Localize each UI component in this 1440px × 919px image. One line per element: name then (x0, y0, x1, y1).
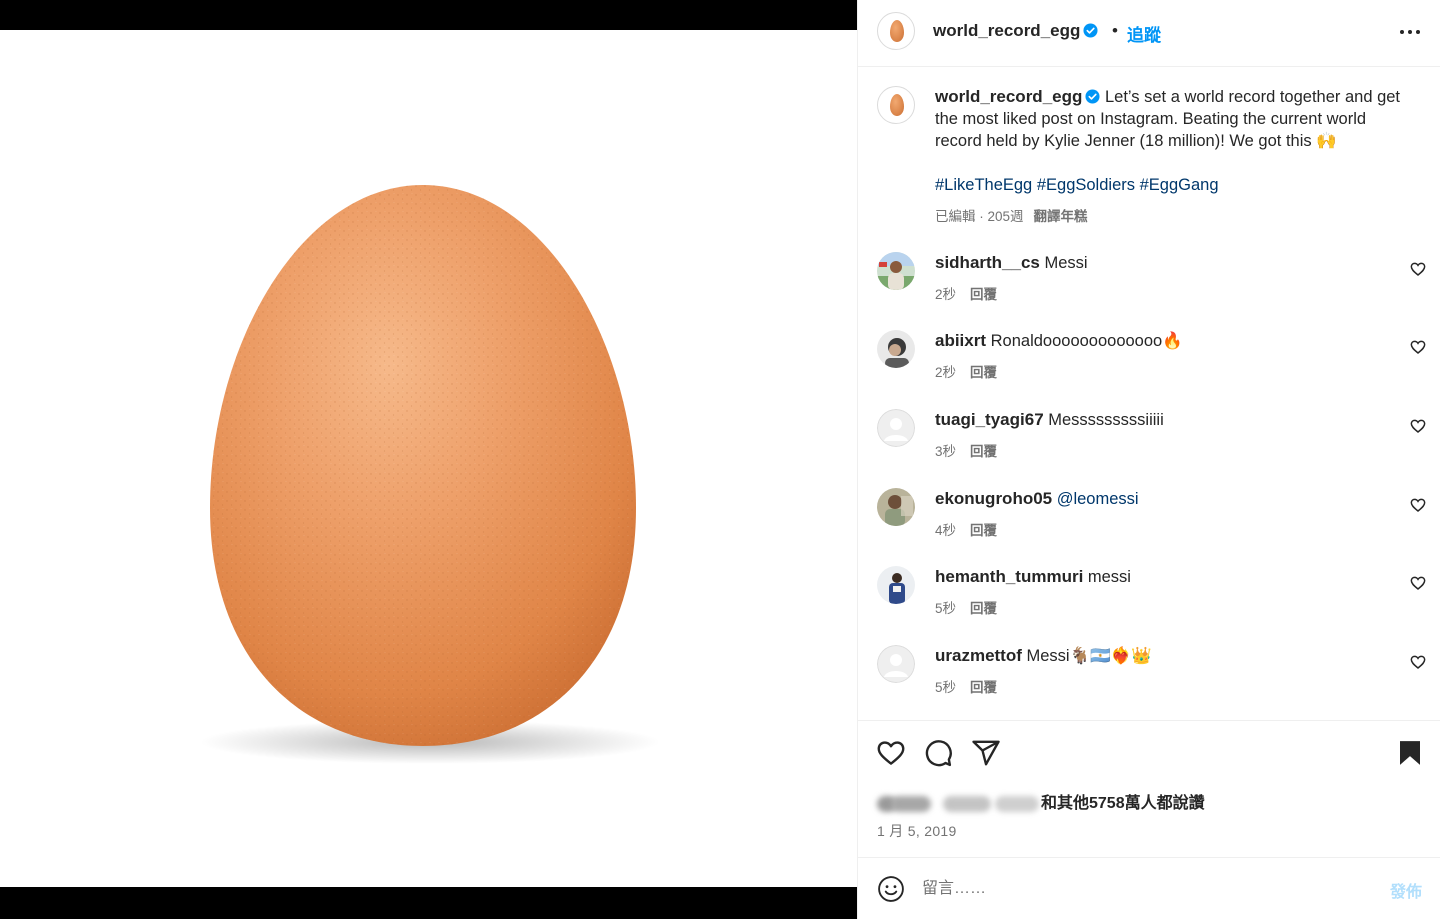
instagram-post-window: world_record_egg • 追蹤 world_record_egg L… (0, 0, 1440, 919)
comment-text: ekonugroho05 @leomessi (935, 488, 1139, 510)
post-caption: world_record_egg Let’s set a world recor… (858, 68, 1440, 238)
comment-body: Messi (1044, 254, 1088, 272)
liker-avatars-blurred (877, 794, 1041, 814)
hashtag-egggang[interactable]: #EggGang (1140, 176, 1219, 194)
comment-meta: 2秒 回覆 (935, 361, 997, 381)
comment-time: 5秒 (935, 601, 957, 616)
commenter-avatar[interactable] (877, 488, 915, 526)
post-date[interactable]: 1 月 5, 2019 (877, 821, 957, 841)
emoji-smiley-icon[interactable] (877, 875, 905, 903)
comment-meta: 5秒 回覆 (935, 597, 997, 617)
comment-time: 4秒 (935, 523, 957, 538)
comment-username[interactable]: sidharth__cs (935, 253, 1040, 272)
post-media (0, 0, 857, 919)
reply-button[interactable]: 回覆 (970, 365, 997, 380)
default-avatar-icon[interactable] (877, 645, 915, 683)
comment-composer: 發佈 (858, 857, 1440, 919)
comment-item: sidharth__cs Messi 2秒 回覆 (858, 252, 1440, 330)
comment-time: 2秒 (935, 287, 957, 302)
comment-time: 3秒 (935, 444, 957, 459)
bookmark-saved-icon[interactable] (1395, 738, 1425, 768)
comment-username[interactable]: urazmettof (935, 646, 1022, 665)
comment-body: messi (1087, 568, 1131, 586)
caption-username[interactable]: world_record_egg (935, 87, 1082, 106)
comment-item: urazmettof Messi🐐🇦🇷❤️‍🔥👑 5秒 回覆 (858, 645, 1440, 720)
comment-heart-icon[interactable] (1410, 575, 1426, 591)
comment-item: ekonugroho05 @leomessi 4秒 回覆 (858, 488, 1440, 566)
comment-text: hemanth_tummuri messi (935, 566, 1131, 588)
comment-text: sidharth__cs Messi (935, 252, 1088, 274)
comment-username[interactable]: hemanth_tummuri (935, 567, 1083, 586)
reply-button[interactable]: 回覆 (970, 680, 997, 695)
post-side-panel: world_record_egg • 追蹤 world_record_egg L… (857, 0, 1440, 919)
comment-username[interactable]: ekonugroho05 (935, 489, 1052, 508)
comment-text: tuagi_tyagi67 Messsssssssiiiii (935, 409, 1164, 431)
author-username-text[interactable]: world_record_egg (933, 21, 1080, 40)
commenter-avatar[interactable] (877, 330, 915, 368)
post-actions: 和其他5758萬人都說讚 1 月 5, 2019 (858, 720, 1440, 857)
comment-item: tuagi_tyagi67 Messsssssssiiiii 3秒 回覆 (858, 409, 1440, 487)
edited-time: 已編輯 · 205週 (935, 209, 1024, 224)
comment-text: urazmettof Messi🐐🇦🇷❤️‍🔥👑 (935, 645, 1152, 667)
comment-heart-icon[interactable] (1410, 261, 1426, 277)
comments-scroll-area[interactable]: world_record_egg Let’s set a world recor… (858, 68, 1440, 720)
more-horizontal-icon[interactable] (1395, 20, 1425, 44)
reply-button[interactable]: 回覆 (970, 287, 997, 302)
likes-count-text: 和其他5758萬人都說讚 (1041, 795, 1205, 812)
comment-heart-icon[interactable] (1410, 418, 1426, 434)
verified-badge-icon (1085, 89, 1100, 104)
comment-meta: 5秒 回覆 (935, 676, 997, 696)
comment-meta: 2秒 回覆 (935, 283, 997, 303)
comment-heart-icon[interactable] (1410, 654, 1426, 670)
reply-button[interactable]: 回覆 (970, 601, 997, 616)
comment-time: 5秒 (935, 680, 957, 695)
comment-text: abiixrt Ronaldooooooooooooo🔥 (935, 330, 1183, 352)
reply-button[interactable]: 回覆 (970, 523, 997, 538)
egg-image (200, 185, 660, 764)
comment-body: Ronaldooooooooooooo🔥 (990, 332, 1183, 350)
post-image[interactable] (0, 30, 857, 887)
author-avatar[interactable] (877, 12, 915, 50)
hashtag-eggsoldiers[interactable]: #EggSoldiers (1037, 176, 1135, 194)
post-header: world_record_egg • 追蹤 (858, 0, 1440, 67)
comment-username[interactable]: tuagi_tyagi67 (935, 410, 1044, 429)
translate-button[interactable]: 翻譯年糕 (1034, 209, 1088, 224)
comment-time: 2秒 (935, 365, 957, 380)
header-separator: • (1112, 21, 1118, 40)
comment-username[interactable]: abiixrt (935, 331, 986, 350)
comment-heart-icon[interactable] (1410, 339, 1426, 355)
default-avatar-icon[interactable] (877, 409, 915, 447)
likes-summary[interactable]: 和其他5758萬人都說讚 (877, 789, 1205, 814)
follow-button[interactable]: 追蹤 (1127, 21, 1161, 46)
caption-meta: 已編輯 · 205週 翻譯年糕 (935, 205, 1088, 225)
comment-meta: 3秒 回覆 (935, 440, 997, 460)
caption-author-avatar[interactable] (877, 86, 915, 124)
reply-button[interactable]: 回覆 (970, 444, 997, 459)
comment-heart-icon[interactable] (1410, 497, 1426, 513)
comment-input[interactable] (922, 877, 1372, 901)
comment-bubble-icon[interactable] (923, 738, 953, 768)
comment-body: Messsssssssiiiii (1048, 411, 1164, 429)
author-username[interactable]: world_record_egg (933, 21, 1098, 41)
share-send-icon[interactable] (971, 738, 1001, 768)
caption-hashtags: #LikeTheEgg #EggSoldiers #EggGang (935, 176, 1219, 195)
commenter-avatar[interactable] (877, 252, 915, 290)
comment-body: Messi🐐🇦🇷❤️‍🔥👑 (1026, 647, 1152, 665)
caption-text: world_record_egg Let’s set a world recor… (935, 86, 1405, 152)
comment-mention[interactable]: @leomessi (1057, 490, 1139, 508)
hashtag-liketheegg[interactable]: #LikeTheEgg (935, 176, 1032, 194)
comment-item: abiixrt Ronaldooooooooooooo🔥 2秒 回覆 (858, 330, 1440, 408)
verified-badge-icon (1083, 23, 1098, 38)
post-comment-button[interactable]: 發佈 (1390, 878, 1422, 902)
like-heart-icon[interactable] (876, 738, 906, 768)
comment-item: hemanth_tummuri messi 5秒 回覆 (858, 566, 1440, 644)
commenter-avatar[interactable] (877, 566, 915, 604)
comment-meta: 4秒 回覆 (935, 519, 997, 539)
